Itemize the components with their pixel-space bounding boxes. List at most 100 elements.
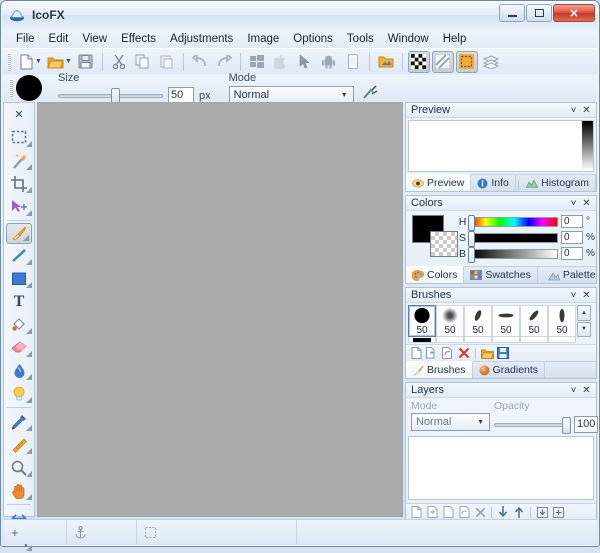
- copy-button[interactable]: [132, 51, 154, 73]
- brush-item[interactable]: 50: [492, 305, 520, 337]
- preview-canvas[interactable]: [408, 120, 594, 172]
- menu-image[interactable]: Image: [240, 31, 286, 47]
- open-file-dropdown-arrow[interactable]: ▼: [65, 58, 72, 65]
- move-layer-up-button[interactable]: [512, 505, 526, 519]
- flatten-button[interactable]: [535, 505, 549, 519]
- selection-toggle[interactable]: [456, 51, 478, 73]
- rectangular-select-tool[interactable]: [4, 126, 34, 149]
- menu-help[interactable]: Help: [436, 31, 474, 47]
- brush-size-slider[interactable]: [58, 94, 163, 98]
- hue-slider-thumb[interactable]: [468, 215, 475, 231]
- options-grip[interactable]: [10, 79, 13, 97]
- text-tool[interactable]: T: [4, 290, 34, 313]
- undo-button[interactable]: [189, 51, 211, 73]
- merge-layer-button[interactable]: [457, 505, 471, 519]
- android-button[interactable]: [318, 51, 340, 73]
- brush-item[interactable]: 50: [520, 305, 548, 337]
- tab-swatches[interactable]: Swatches: [464, 267, 538, 283]
- tab-gradients[interactable]: Gradients: [473, 362, 546, 378]
- duplicate-layer-button[interactable]: [441, 505, 455, 519]
- crop-tool[interactable]: [4, 172, 34, 195]
- hue-input[interactable]: 0: [561, 215, 583, 228]
- paintbrush-tool[interactable]: [6, 223, 32, 244]
- menu-options[interactable]: Options: [286, 31, 340, 47]
- macos-icon-button[interactable]: [270, 51, 292, 73]
- status-selection[interactable]: [137, 520, 297, 544]
- tab-palette[interactable]: Palette: [542, 267, 600, 283]
- scroll-up-button[interactable]: ▲: [577, 305, 591, 321]
- brush-thumb-row2[interactable]: [520, 337, 548, 343]
- layer-opacity-input[interactable]: 100: [574, 416, 598, 433]
- brush-thumb-row2[interactable]: [413, 338, 431, 342]
- reset-brush-button[interactable]: [441, 346, 455, 360]
- close-icon[interactable]: ✕: [580, 384, 593, 397]
- tab-colors[interactable]: Colors: [406, 266, 464, 283]
- collapse-icon[interactable]: ˅: [567, 384, 580, 397]
- blur-tool[interactable]: [4, 359, 34, 382]
- redo-button[interactable]: [213, 51, 235, 73]
- cursor-button[interactable]: [294, 51, 316, 73]
- menu-tools[interactable]: Tools: [340, 31, 381, 47]
- brush-thumb-row2[interactable]: [492, 337, 520, 343]
- delete-brush-button[interactable]: [457, 346, 471, 360]
- layer-opacity-slider-thumb[interactable]: [562, 417, 571, 434]
- tab-info[interactable]: Info: [471, 175, 516, 191]
- transparency-toggle[interactable]: [408, 51, 430, 73]
- minimize-button[interactable]: [499, 4, 525, 22]
- layer-properties-button[interactable]: [551, 505, 565, 519]
- open-file-button[interactable]: [45, 51, 67, 73]
- windows-icon-button[interactable]: [246, 51, 268, 73]
- open-brush-button[interactable]: [480, 346, 494, 360]
- close-button[interactable]: ✕: [553, 4, 595, 22]
- layers-list[interactable]: [408, 436, 594, 500]
- brightness-slider[interactable]: [470, 249, 558, 259]
- close-toolbox[interactable]: ✕: [4, 103, 34, 126]
- brush-options-icon[interactable]: [362, 85, 378, 100]
- close-icon[interactable]: ✕: [580, 104, 593, 117]
- new-brush-button[interactable]: [409, 346, 423, 360]
- opacity-toggle[interactable]: [432, 51, 454, 73]
- hue-slider[interactable]: [470, 217, 558, 227]
- brush-item[interactable]: 50: [548, 305, 576, 337]
- pan-tool[interactable]: [4, 479, 34, 502]
- new-document-dropdown-arrow[interactable]: ▼: [35, 58, 42, 65]
- menu-window[interactable]: Window: [381, 31, 436, 47]
- tab-histogram[interactable]: Histogram: [520, 175, 596, 191]
- collapse-icon[interactable]: ˅: [567, 104, 580, 117]
- magic-wand-tool[interactable]: [4, 149, 34, 172]
- close-icon[interactable]: ✕: [580, 197, 593, 210]
- new-document-button[interactable]: [15, 51, 37, 73]
- brush-item[interactable]: 50: [464, 305, 492, 337]
- zoom-tool[interactable]: [4, 456, 34, 479]
- brush-item[interactable]: 50: [436, 305, 464, 337]
- background-color-swatch[interactable]: [430, 231, 458, 257]
- brush-thumb-row2[interactable]: [464, 337, 492, 343]
- shape-tool[interactable]: [4, 313, 34, 336]
- menu-adjustments[interactable]: Adjustments: [163, 31, 240, 47]
- paste-button[interactable]: [156, 51, 178, 73]
- saturation-slider[interactable]: [470, 233, 558, 243]
- move-selection-tool[interactable]: [4, 195, 34, 218]
- collapse-icon[interactable]: ˅: [567, 289, 580, 302]
- save-brush-button[interactable]: [496, 346, 510, 360]
- delete-layer-button[interactable]: [473, 505, 487, 519]
- tab-preview[interactable]: Preview: [406, 174, 471, 191]
- layers-stack-button[interactable]: [480, 51, 502, 73]
- color-picker-tool[interactable]: [4, 410, 34, 433]
- layer-opacity-slider[interactable]: [494, 423, 570, 427]
- measure-tool[interactable]: [4, 433, 34, 456]
- saturation-slider-thumb[interactable]: [468, 231, 475, 247]
- menu-edit[interactable]: Edit: [42, 31, 76, 47]
- tab-brushes[interactable]: Brushes: [406, 361, 473, 378]
- restore-button[interactable]: [526, 4, 552, 22]
- status-anchor[interactable]: [67, 520, 137, 544]
- collapse-icon[interactable]: ˅: [567, 197, 580, 210]
- close-icon[interactable]: ✕: [580, 289, 593, 302]
- toolbar-grip[interactable]: [8, 53, 11, 71]
- duplicate-brush-button[interactable]: [425, 346, 439, 360]
- saturation-input[interactable]: 0: [561, 231, 583, 244]
- canvas-area[interactable]: [37, 102, 403, 517]
- brush-thumb-row2[interactable]: [436, 337, 464, 343]
- brightness-slider-thumb[interactable]: [468, 247, 475, 263]
- brush-item[interactable]: 50: [408, 305, 436, 337]
